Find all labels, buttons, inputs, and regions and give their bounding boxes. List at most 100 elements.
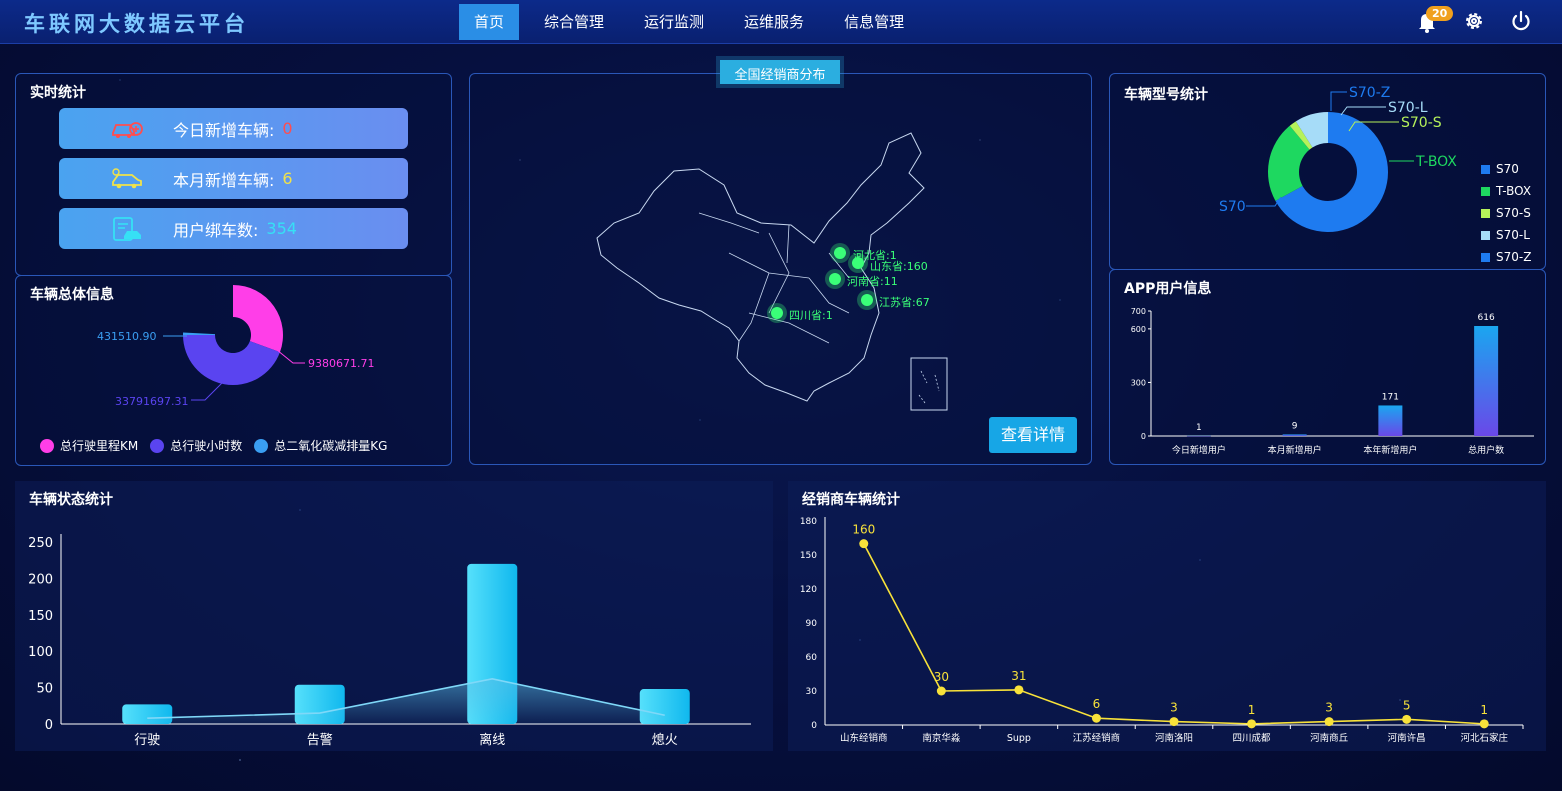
dealer-point bbox=[1091, 713, 1101, 723]
nav-management[interactable]: 综合管理 bbox=[529, 4, 619, 40]
nav-home[interactable]: 首页 bbox=[459, 4, 520, 40]
main-nav: 首页 综合管理 运行监测 运维服务 信息管理 bbox=[459, 4, 929, 40]
model-leader-3 bbox=[1340, 106, 1386, 116]
dealer-point bbox=[936, 686, 946, 696]
notification-button[interactable]: 20 bbox=[1416, 6, 1454, 34]
app-ytick: 700 bbox=[1131, 307, 1146, 316]
dealer-point-label: 1 bbox=[1248, 703, 1256, 717]
dealer-category-label: 河南许昌 bbox=[1388, 732, 1426, 744]
today-new-vehicles[interactable]: 今日新增车辆: 0 bbox=[59, 108, 408, 149]
top-header: 车联网大数据云平台 首页 综合管理 运行监测 运维服务 信息管理 20 bbox=[0, 0, 1562, 44]
status-category-label: 离线 bbox=[479, 732, 505, 748]
china-map[interactable]: 河北省:1 山东省:160 河南省:11 江苏省:67 四川省:1 bbox=[469, 73, 1092, 465]
dealer-ytick: 0 bbox=[811, 721, 817, 731]
leader-line-1 bbox=[276, 349, 305, 364]
dealer-category-label: 江苏经销商 bbox=[1073, 732, 1121, 744]
model-label-2: S70-S bbox=[1401, 115, 1442, 131]
dealer-ytick: 90 bbox=[806, 619, 818, 629]
dealer-point-label: 31 bbox=[1011, 669, 1026, 683]
legend-item-hours[interactable]: 总行驶小时数 bbox=[150, 437, 242, 454]
status-category-label: 熄火 bbox=[652, 733, 678, 748]
model-label-1: T-BOX bbox=[1415, 154, 1457, 170]
legend-item-s70l[interactable]: S70-L bbox=[1481, 224, 1531, 246]
dealer-line-chart: 0 30 60 90 120 150 180 山东经销商 南京华淼 Supp 江苏经销商 河南洛阳 四川… bbox=[800, 517, 1524, 744]
notification-badge: 20 bbox=[1426, 6, 1454, 21]
power-icon[interactable] bbox=[1510, 10, 1532, 32]
car-add-icon bbox=[112, 121, 143, 138]
dealer-point bbox=[859, 539, 869, 549]
app-category-label: 今日新增用户 bbox=[1172, 444, 1226, 456]
dealer-point-label: 6 bbox=[1093, 697, 1101, 711]
app-ytick: 600 bbox=[1131, 325, 1146, 334]
dealer-category-label: 四川成都 bbox=[1233, 732, 1272, 744]
app-bar bbox=[1474, 326, 1499, 436]
app-ytick: 0 bbox=[1141, 432, 1146, 441]
model-legend: S70 T-BOX S70-S S70-L S70-Z bbox=[1481, 158, 1531, 268]
nav-monitoring[interactable]: 运行监测 bbox=[629, 4, 719, 40]
gear-icon[interactable] bbox=[1462, 9, 1486, 33]
dealer-category-label: 河北石家庄 bbox=[1460, 732, 1508, 744]
dealer-ytick: 120 bbox=[800, 585, 817, 595]
legend-item-s70[interactable]: S70 bbox=[1481, 158, 1531, 180]
app-bar bbox=[1186, 435, 1211, 437]
dealer-category-label: 河南商丘 bbox=[1310, 732, 1349, 744]
today-new-value: 0 bbox=[282, 119, 293, 138]
legend-item-tbox[interactable]: T-BOX bbox=[1481, 180, 1531, 202]
app-bar bbox=[1282, 434, 1307, 436]
dealer-distribution-button[interactable]: 全国经销商分布 bbox=[716, 56, 844, 88]
dealer-point bbox=[1169, 717, 1179, 727]
status-ytick: 250 bbox=[28, 536, 53, 551]
nav-maintenance[interactable]: 运维服务 bbox=[729, 4, 819, 40]
dealer-category-label: 山东经销商 bbox=[840, 732, 888, 744]
dealer-point-label: 3 bbox=[1170, 701, 1178, 715]
dealer-ytick: 30 bbox=[806, 687, 818, 697]
dealer-point bbox=[1324, 717, 1334, 727]
app-category-label: 本月新增用户 bbox=[1268, 444, 1322, 456]
vehicle-status-chart: 0 50 100 150 200 250 行驶 告警 离线 熄火 bbox=[28, 534, 751, 748]
today-new-label: 今日新增车辆: bbox=[173, 120, 275, 140]
app-bar-label: 9 bbox=[1292, 421, 1298, 431]
status-ytick: 150 bbox=[28, 609, 53, 624]
model-label-3: S70-L bbox=[1388, 100, 1428, 116]
app-bar-label: 616 bbox=[1478, 313, 1495, 323]
dealer-ytick: 180 bbox=[800, 517, 817, 527]
status-ytick: 100 bbox=[28, 645, 53, 660]
svg-text:山东省:160: 山东省:160 bbox=[870, 260, 928, 273]
dealer-point bbox=[1479, 719, 1489, 729]
app-bar-label: 1 bbox=[1196, 423, 1202, 433]
dealer-category-label: 南京华淼 bbox=[922, 732, 961, 744]
month-new-vehicles[interactable]: 本月新增车辆: 6 bbox=[59, 158, 408, 199]
dealer-point bbox=[1247, 719, 1257, 729]
svg-text:四川省:1: 四川省:1 bbox=[789, 309, 833, 322]
dealer-category-label: Supp bbox=[1007, 733, 1031, 744]
svg-text:河南省:11: 河南省:11 bbox=[847, 275, 898, 288]
map-point-sichuan[interactable]: 四川省:1 bbox=[767, 303, 833, 323]
dealer-category-label: 河南洛阳 bbox=[1155, 732, 1193, 744]
overall-label-2: 33791697.31 bbox=[115, 395, 188, 408]
legend-item-mileage[interactable]: 总行驶里程KM bbox=[40, 437, 138, 454]
status-area bbox=[147, 678, 665, 724]
model-label-0: S70 bbox=[1219, 199, 1246, 215]
legend-item-co2[interactable]: 总二氧化碳减排量KG bbox=[254, 437, 387, 454]
dealer-point-label: 160 bbox=[852, 523, 875, 537]
legend-item-s70s[interactable]: S70-S bbox=[1481, 202, 1531, 224]
car-icon bbox=[112, 167, 142, 188]
dealer-point-label: 1 bbox=[1480, 703, 1488, 717]
model-leader-4 bbox=[1330, 91, 1347, 111]
dealer-point-label: 3 bbox=[1325, 701, 1333, 715]
status-ytick: 50 bbox=[36, 682, 53, 697]
status-category-label: 告警 bbox=[307, 732, 333, 748]
month-new-label: 本月新增车辆: bbox=[173, 170, 275, 190]
month-new-value: 6 bbox=[282, 169, 293, 188]
legend-item-s70z[interactable]: S70-Z bbox=[1481, 246, 1531, 268]
view-details-button[interactable]: 查看详情 bbox=[989, 417, 1077, 453]
model-label-4: S70-Z bbox=[1349, 85, 1390, 101]
realtime-panel: 实时统计 今日新增车辆: 0 本月新增车辆: 6 用户绑车数: 354 bbox=[15, 73, 452, 276]
map-point-jiangsu[interactable]: 江苏省:67 bbox=[857, 290, 930, 310]
dealer-line bbox=[863, 543, 1485, 725]
overall-slice-2 bbox=[183, 332, 216, 335]
user-bound-vehicles[interactable]: 用户绑车数: 354 bbox=[59, 208, 408, 249]
dealer-point bbox=[1402, 714, 1412, 724]
app-category-label: 本年新增用户 bbox=[1363, 444, 1417, 456]
nav-information[interactable]: 信息管理 bbox=[829, 4, 919, 40]
